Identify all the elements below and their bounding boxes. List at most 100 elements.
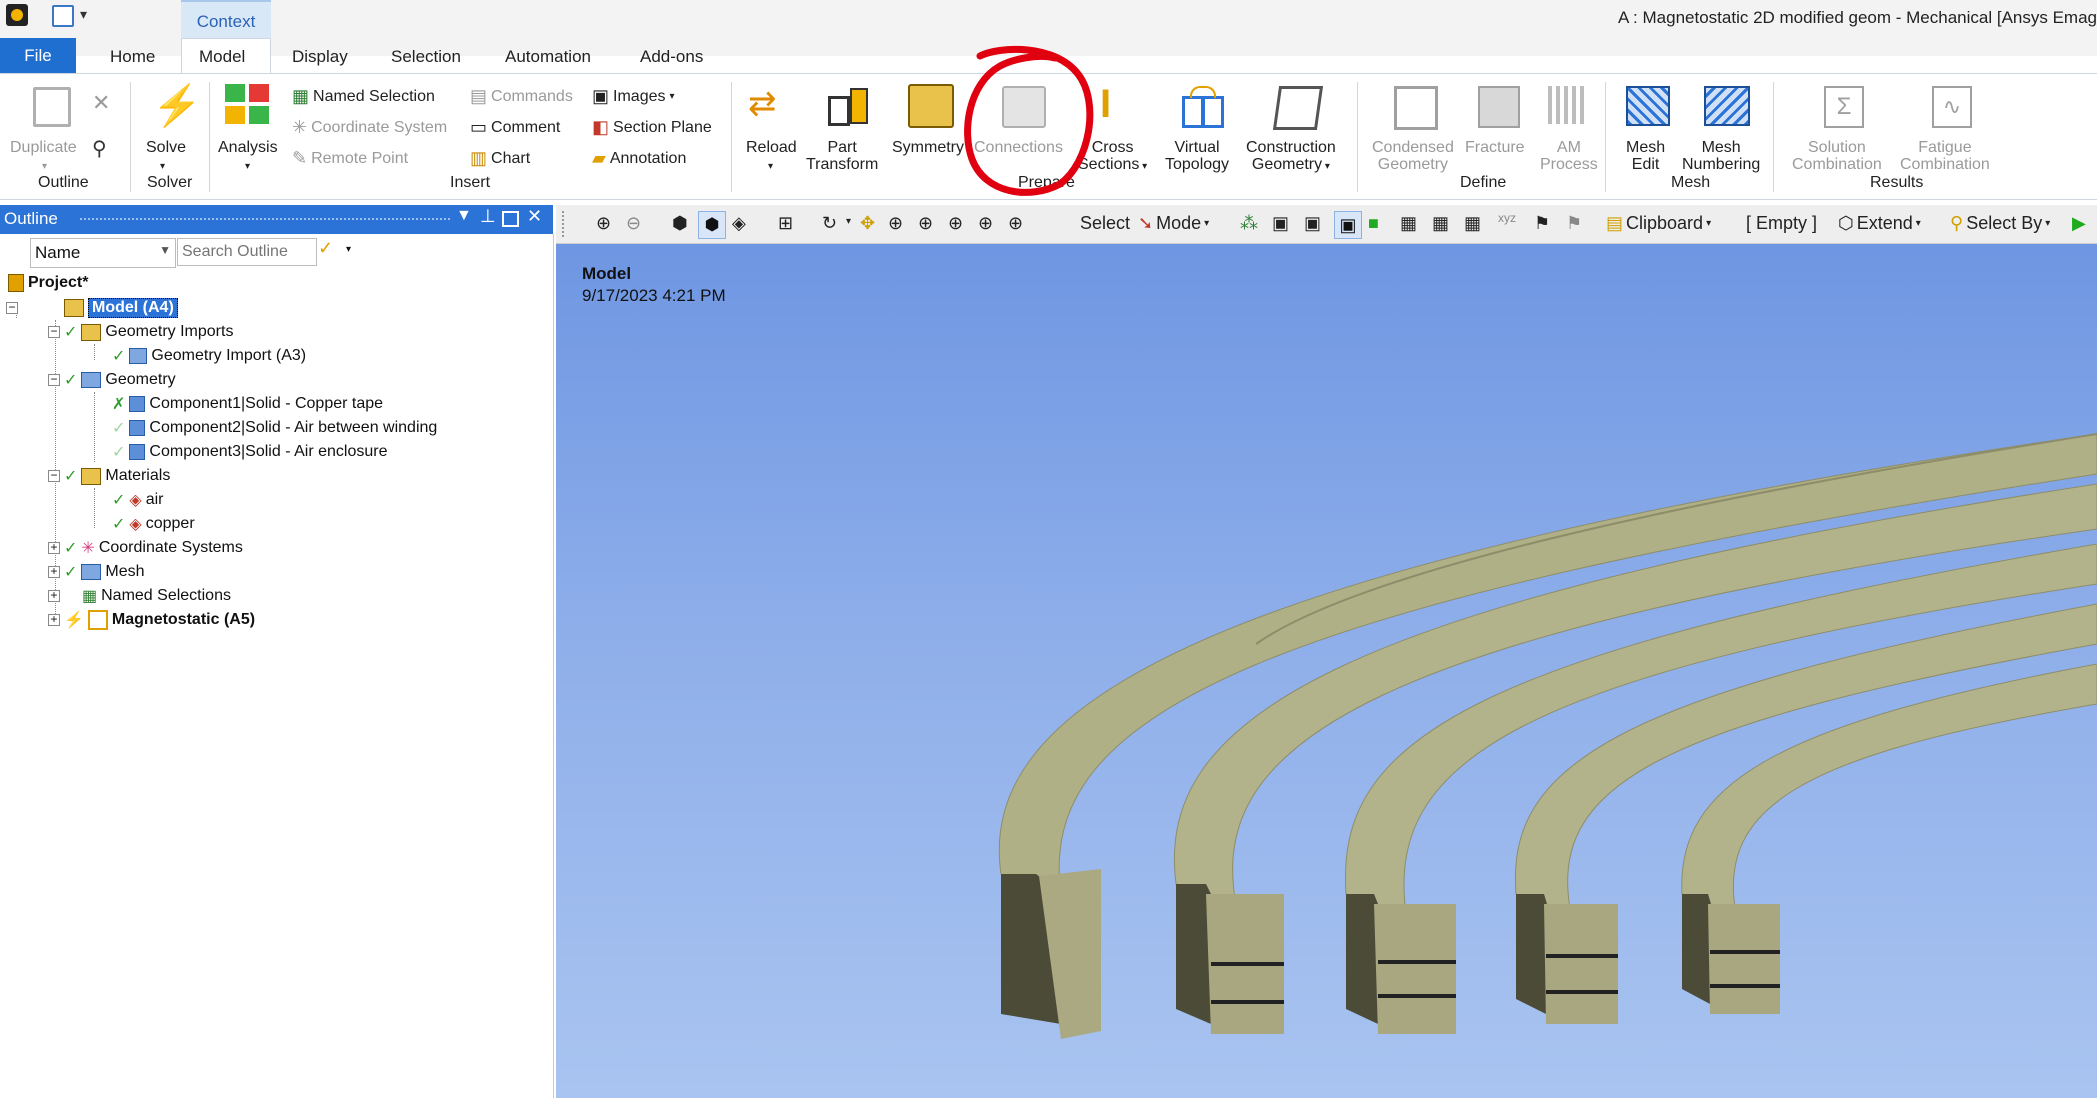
duplicate-button[interactable]: Duplicate xyxy=(10,139,77,156)
tab-model[interactable]: Model xyxy=(199,42,245,72)
zoom-to-fit-icon[interactable]: ⊕ xyxy=(948,213,963,234)
clipboard-button[interactable]: ▤ Clipboard ▾ xyxy=(1606,213,1711,234)
collapse-icon[interactable]: − xyxy=(48,469,60,482)
duplicate-dropdown-icon[interactable]: ▾ xyxy=(42,158,47,175)
tree-item-geometry-import[interactable]: ✓ Geometry Import (A3) xyxy=(112,346,306,366)
tree-item-project[interactable]: Project* xyxy=(8,274,88,292)
select-vertex-icon[interactable]: ▣ xyxy=(1272,213,1289,234)
fatigue-combination-button[interactable]: Fatigue Combination xyxy=(1900,139,1990,173)
tree-item-component2[interactable]: ✓ Component2|Solid - Air between winding xyxy=(112,418,437,438)
coordinate-system-button[interactable]: ✳ Coordinate System xyxy=(292,117,447,138)
tree-item-geometry-imports[interactable]: − ✓ Geometry Imports xyxy=(48,322,233,342)
coil-geometry[interactable] xyxy=(556,244,2097,1098)
tab-display[interactable]: Display xyxy=(292,42,348,72)
select-label[interactable]: Select xyxy=(1080,213,1130,234)
zoom-in-icon[interactable]: ⊕ xyxy=(596,213,611,234)
solve-button[interactable]: Solve xyxy=(146,139,186,156)
tree-item-model[interactable]: − Model (A4) xyxy=(6,298,178,318)
rotate-icon[interactable]: ↻ xyxy=(822,213,837,234)
tree-item-magnetostatic[interactable]: + ⚡ Magnetostatic (A5) xyxy=(48,610,255,630)
tree-item-copper[interactable]: ✓ ◈ copper xyxy=(112,514,195,534)
am-process-button[interactable]: AM Process xyxy=(1540,139,1598,173)
hit-point-icon[interactable]: ⚑ xyxy=(1534,213,1550,234)
tree-item-named-selections[interactable]: + ▦ Named Selections xyxy=(48,586,231,606)
comment-button[interactable]: ▭ Comment xyxy=(470,117,560,138)
rotate-dropdown-icon[interactable]: ▾ xyxy=(846,216,851,227)
section-plane-button[interactable]: ◧ Section Plane xyxy=(592,117,712,138)
search-outline-input[interactable] xyxy=(177,238,317,266)
analysis-dropdown-icon[interactable]: ▾ xyxy=(245,158,250,175)
app-logo-icon[interactable] xyxy=(6,4,28,26)
close-panel-icon[interactable]: ✕ xyxy=(527,206,542,227)
tree-item-geometry[interactable]: − ✓ Geometry xyxy=(48,370,176,390)
extend-button[interactable]: ⬡ Extend ▾ xyxy=(1838,213,1921,234)
select-face-icon[interactable]: ▣ xyxy=(1334,211,1362,239)
construction-geometry-button[interactable]: Construction Geometry ▾ xyxy=(1246,139,1336,175)
select-body-icon[interactable]: ■ xyxy=(1368,213,1379,234)
collapse-icon[interactable]: − xyxy=(48,373,60,386)
select-edge-icon[interactable]: ▣ xyxy=(1304,213,1321,234)
reload-button[interactable]: Reload xyxy=(746,139,797,156)
coordinate-icon[interactable]: xyz xyxy=(1498,211,1516,225)
wireframe-icon[interactable]: ◈ xyxy=(732,213,746,234)
symmetry-button[interactable]: Symmetry xyxy=(892,139,964,156)
select-element-face-icon[interactable]: ▦ xyxy=(1432,213,1449,234)
shaded-view-icon[interactable]: ⬢ xyxy=(672,213,688,234)
pan-icon[interactable]: ✥ xyxy=(860,213,875,234)
select-by-button[interactable]: ⚲ Select By ▾ xyxy=(1950,213,2050,234)
named-selection-button[interactable]: ▦ Named Selection xyxy=(292,86,435,107)
convert-icon[interactable]: ▶ xyxy=(2072,213,2086,234)
panel-menu-dropdown-icon[interactable]: ▼ xyxy=(456,207,472,225)
save-icon[interactable] xyxy=(52,5,74,27)
reload-dropdown-icon[interactable]: ▾ xyxy=(768,158,773,175)
solution-combination-button[interactable]: Solution Combination xyxy=(1792,139,1882,173)
maximize-icon[interactable] xyxy=(502,211,519,227)
expand-icon[interactable]: + xyxy=(48,541,60,554)
analysis-button[interactable]: Analysis xyxy=(218,139,278,156)
pin-icon[interactable]: ⊥ xyxy=(480,206,496,227)
magnifier-icon[interactable]: ⊕ xyxy=(978,213,993,234)
tab-add-ons[interactable]: Add-ons xyxy=(640,42,703,72)
filter-name-select[interactable]: Name ▼ xyxy=(30,238,176,268)
condensed-geometry-button[interactable]: Condensed Geometry xyxy=(1372,139,1454,173)
mesh-numbering-button[interactable]: Mesh Numbering xyxy=(1682,139,1760,173)
tab-home[interactable]: Home xyxy=(110,42,155,72)
select-node-icon[interactable]: ▦ xyxy=(1400,213,1417,234)
chart-button[interactable]: ▥ Chart xyxy=(470,148,530,169)
images-button[interactable]: ▣ Images ▾ xyxy=(592,86,675,107)
fracture-button[interactable]: Fracture xyxy=(1465,139,1525,156)
zoom-out-icon[interactable]: ⊖ xyxy=(626,213,641,234)
remote-point-button[interactable]: ✎ Remote Point xyxy=(292,148,408,169)
graphics-viewport[interactable]: Model 9/17/2023 4:21 PM xyxy=(556,244,2097,1098)
expand-icon[interactable]: + xyxy=(48,565,60,578)
tab-file[interactable]: File xyxy=(0,38,76,73)
box-zoom-icon[interactable]: ⊕ xyxy=(918,213,933,234)
tab-selection[interactable]: Selection xyxy=(391,42,461,72)
previous-view-icon[interactable]: ⊕ xyxy=(1008,213,1023,234)
expand-icon[interactable]: + xyxy=(48,589,60,602)
tab-automation[interactable]: Automation xyxy=(505,42,591,72)
search-icon[interactable]: ⚲ xyxy=(92,136,107,161)
mesh-edit-button[interactable]: Mesh Edit xyxy=(1626,139,1665,173)
collapse-icon[interactable]: − xyxy=(48,325,60,338)
tree-item-air[interactable]: ✓ ◈ air xyxy=(112,490,164,510)
tree-item-coordinate-systems[interactable]: + ✓ ✳ Coordinate Systems xyxy=(48,538,243,558)
select-element-icon[interactable]: ▦ xyxy=(1464,213,1481,234)
collapse-icon[interactable]: − xyxy=(6,301,18,314)
tree-item-component3[interactable]: ✓ Component3|Solid - Air enclosure xyxy=(112,442,387,462)
virtual-topology-button[interactable]: Virtual Topology xyxy=(1165,139,1229,173)
tree-item-component1[interactable]: ✗ Component1|Solid - Copper tape xyxy=(112,394,383,414)
part-transform-button[interactable]: Part Transform xyxy=(806,139,878,173)
mode-button[interactable]: ➘ Mode ▾ xyxy=(1138,213,1209,234)
label-icon[interactable]: ⚑ xyxy=(1566,213,1582,234)
search-options-icon[interactable]: ✓ xyxy=(318,238,333,259)
annotation-button[interactable]: ▰ Annotation xyxy=(592,148,686,169)
tree-item-materials[interactable]: − ✓ Materials xyxy=(48,466,170,486)
solve-dropdown-icon[interactable]: ▾ xyxy=(160,158,165,175)
show-vertices-icon[interactable]: ⊞ xyxy=(778,213,793,234)
zoom-icon[interactable]: ⊕ xyxy=(888,213,903,234)
tree-item-mesh[interactable]: + ✓ Mesh xyxy=(48,562,145,582)
select-point-icon[interactable]: ⁂ xyxy=(1240,213,1258,234)
shaded-edges-icon[interactable]: ⬢ xyxy=(698,211,726,239)
expand-icon[interactable]: + xyxy=(48,613,60,626)
